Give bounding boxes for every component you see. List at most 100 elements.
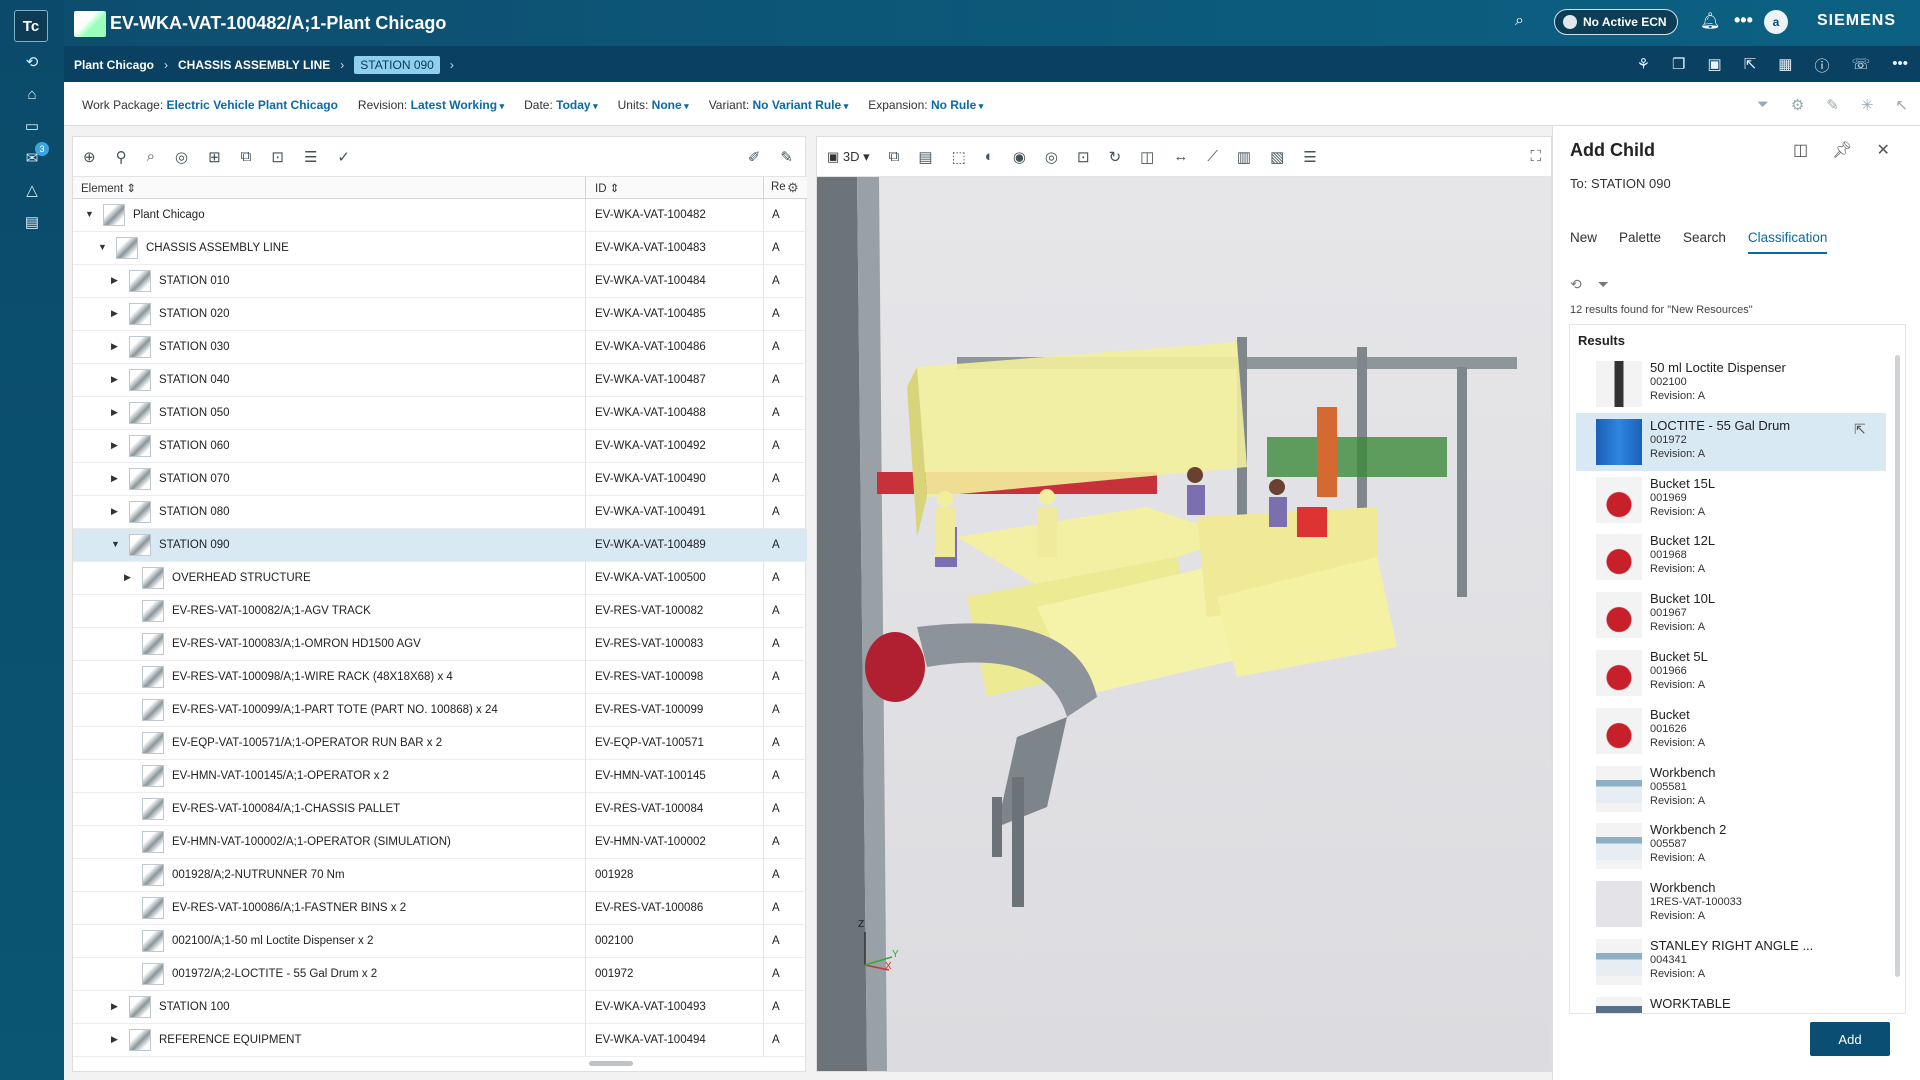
layout-icon[interactable]: ▦: [1778, 55, 1792, 76]
tree-row[interactable]: ▶ STATION 010 EV-WKA-VAT-100484 A: [73, 265, 807, 298]
expand-arrow-icon[interactable]: ▶: [111, 506, 121, 517]
rotate-icon[interactable]: ↻: [1109, 148, 1122, 166]
fit-icon[interactable]: ⊡: [1077, 148, 1090, 166]
measure-icon[interactable]: ↔: [1173, 148, 1188, 165]
checkmark-icon[interactable]: ✓: [337, 148, 350, 166]
tree-row[interactable]: ▶ STATION 100 EV-WKA-VAT-100493 A: [73, 991, 807, 1024]
filter-icon[interactable]: ⏷: [1598, 276, 1609, 293]
line-icon[interactable]: ⟋: [1207, 148, 1218, 165]
date-dropdown[interactable]: Today: [556, 98, 597, 112]
visibility-icon[interactable]: ◉: [1013, 148, 1026, 166]
expand-arrow-icon[interactable]: ▶: [111, 440, 121, 451]
result-item[interactable]: 50 ml Loctite Dispenser 002100 Revision: A: [1576, 355, 1886, 413]
hierarchy-icon[interactable]: ⚲: [116, 148, 127, 166]
units-dropdown[interactable]: None: [652, 98, 689, 112]
result-item[interactable]: Workbench 1RES-VAT-100033 Revision: A: [1576, 875, 1886, 933]
compare-icon[interactable]: ⧉: [241, 148, 252, 165]
tree-row[interactable]: 001928/A;2-NUTRUNNER 70 Nm 001928 A: [73, 859, 807, 892]
column-element[interactable]: Element ⇕: [81, 181, 136, 195]
report-icon[interactable]: ▤: [22, 212, 42, 232]
list-icon[interactable]: ☰: [1303, 148, 1316, 166]
tree-row[interactable]: EV-RES-VAT-100099/A;1-PART TOTE (PART NO…: [73, 694, 807, 727]
tree-row[interactable]: ▼ CHASSIS ASSEMBLY LINE EV-WKA-VAT-100483 A: [73, 232, 807, 265]
structure-icon[interactable]: ⚙: [1791, 96, 1804, 114]
tree-row[interactable]: ▶ STATION 030 EV-WKA-VAT-100486 A: [73, 331, 807, 364]
column-divider[interactable]: [763, 177, 764, 199]
result-item[interactable]: Workbench 005581 Revision: A: [1576, 760, 1886, 818]
tab-search[interactable]: Search: [1683, 230, 1726, 254]
tree-row[interactable]: ▼ STATION 090 EV-WKA-VAT-100489 A: [73, 529, 807, 562]
tree-row[interactable]: EV-RES-VAT-100098/A;1-WIRE RACK (48X18X6…: [73, 661, 807, 694]
collapse-arrow-icon[interactable]: ▼: [85, 209, 95, 219]
close-icon[interactable]: ✕: [1876, 140, 1889, 160]
column-rev[interactable]: Re: [771, 181, 786, 193]
grid-icon[interactable]: ⊞: [208, 148, 221, 166]
expand-arrow-icon[interactable]: ▶: [111, 407, 121, 418]
color-icon[interactable]: ◐: [985, 148, 994, 165]
revision-dropdown[interactable]: Latest Working: [411, 98, 505, 112]
column-divider[interactable]: [585, 177, 586, 199]
horizontal-scrollbar[interactable]: [589, 1061, 633, 1066]
tree-row[interactable]: ▶ STATION 060 EV-WKA-VAT-100492 A: [73, 430, 807, 463]
collapse-arrow-icon[interactable]: ▼: [111, 539, 121, 549]
result-item[interactable]: WORKTABLE: [1576, 991, 1886, 1013]
3d-scene[interactable]: Z Y X: [817, 177, 1551, 1071]
tree-row[interactable]: EV-HMN-VAT-100002/A;1-OPERATOR (SIMULATI…: [73, 826, 807, 859]
more-commands-icon[interactable]: •••: [1892, 55, 1908, 76]
add-icon[interactable]: ⊕: [83, 148, 96, 166]
tab-classification[interactable]: Classification: [1747, 230, 1828, 254]
tree-row[interactable]: EV-RES-VAT-100084/A;1-CHASSIS PALLET EV-R…: [73, 793, 807, 826]
copy-icon[interactable]: ❐: [1672, 55, 1685, 76]
teamcenter-logo[interactable]: Tc: [14, 10, 48, 42]
tree-row[interactable]: EV-RES-VAT-100083/A;1-OMRON HD1500 AGV EV…: [73, 628, 807, 661]
triangle-icon[interactable]: △: [22, 180, 42, 200]
info-icon[interactable]: ⓘ: [1814, 55, 1829, 76]
result-item[interactable]: Workbench 2 005587 Revision: A: [1576, 817, 1886, 875]
dock-icon[interactable]: ◫: [1793, 140, 1808, 160]
tree-row[interactable]: ▶ OVERHEAD STRUCTURE EV-WKA-VAT-100500 A: [73, 562, 807, 595]
filter-icon[interactable]: ⏷: [1757, 96, 1769, 114]
share-icon[interactable]: ⇱: [1744, 55, 1757, 76]
layers-icon[interactable]: ▧: [1270, 148, 1284, 166]
open-in-new-icon[interactable]: ⇱: [1854, 421, 1866, 438]
add-button[interactable]: Add: [1810, 1022, 1890, 1056]
expand-arrow-icon[interactable]: ▶: [111, 308, 121, 319]
tree-row[interactable]: EV-EQP-VAT-100571/A;1-OPERATOR RUN BAR x…: [73, 727, 807, 760]
pin-icon[interactable]: 📌︎: [1832, 140, 1852, 160]
chevron-right-icon[interactable]: ›: [450, 58, 454, 72]
variant-dropdown[interactable]: No Variant Rule: [753, 98, 849, 112]
paste-icon[interactable]: ▣: [1708, 55, 1722, 76]
refresh-icon[interactable]: ⟲: [1570, 276, 1582, 293]
tree-row[interactable]: EV-RES-VAT-100082/A;1-AGV TRACK EV-RES-VA…: [73, 595, 807, 628]
vertical-scrollbar[interactable]: [1895, 355, 1900, 977]
shade-icon[interactable]: ◎: [1045, 148, 1058, 166]
breadcrumb-item-plant[interactable]: Plant Chicago: [74, 58, 154, 72]
collapse-arrow-icon[interactable]: ▼: [98, 242, 108, 252]
checklist-icon[interactable]: ☰: [304, 148, 317, 166]
tab-new[interactable]: New: [1570, 230, 1597, 254]
collapse-icon[interactable]: ↖: [1895, 96, 1908, 114]
config-icon[interactable]: ✎: [1826, 96, 1839, 114]
tree-row[interactable]: EV-RES-VAT-100086/A;1-FASTNER BINS x 2 EV…: [73, 892, 807, 925]
section-icon[interactable]: ◫: [1140, 148, 1154, 166]
folder-icon[interactable]: ▭: [22, 116, 42, 136]
view-mode-dropdown[interactable]: ▣ 3D ▾: [827, 149, 870, 165]
select-icon[interactable]: ⬚: [952, 148, 966, 166]
expand-arrow-icon[interactable]: ▶: [111, 275, 121, 286]
breadcrumb-item-station[interactable]: STATION 090: [354, 56, 440, 74]
result-item[interactable]: STANLEY RIGHT ANGLE ... 004341 Revision: A: [1576, 933, 1886, 991]
result-item[interactable]: Bucket 12L 001968 Revision: A: [1576, 528, 1886, 586]
column-settings-icon[interactable]: ⚙: [787, 180, 799, 196]
duplicate-icon[interactable]: ⊡: [271, 148, 284, 166]
expand-arrow-icon[interactable]: ▶: [111, 1001, 121, 1012]
flow-icon[interactable]: ⚘: [1637, 55, 1650, 76]
tree-row[interactable]: ▶ STATION 080 EV-WKA-VAT-100491 A: [73, 496, 807, 529]
tree-row[interactable]: ▼ Plant Chicago EV-WKA-VAT-100482 A: [73, 199, 807, 232]
expand-arrow-icon[interactable]: ▶: [111, 1034, 121, 1045]
edit-icon[interactable]: ✎: [780, 148, 793, 166]
tree-row[interactable]: ▶ STATION 040 EV-WKA-VAT-100487 A: [73, 364, 807, 397]
spark-icon[interactable]: ✳: [1861, 96, 1874, 114]
fullscreen-icon[interactable]: ⛶: [1530, 148, 1553, 165]
ecn-button[interactable]: No Active ECN: [1554, 9, 1678, 35]
tab-palette[interactable]: Palette: [1619, 230, 1661, 254]
